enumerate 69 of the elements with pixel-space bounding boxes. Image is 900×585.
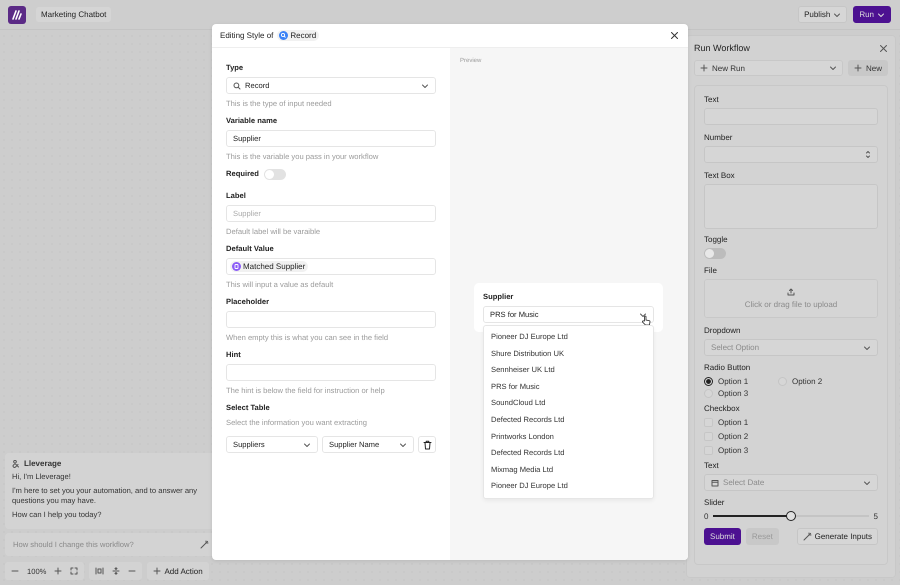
slider-max: 5 (874, 512, 878, 520)
caret-icon (833, 10, 842, 18)
caret-icon (863, 344, 871, 352)
panel-title: Run Workflow (694, 43, 750, 53)
new-run-button[interactable]: New (848, 60, 888, 76)
field-label: Text (704, 460, 720, 472)
variable-icon (232, 262, 241, 271)
text-input[interactable] (226, 364, 436, 381)
submit-button[interactable]: Submit (704, 528, 741, 545)
field-label: Slider (704, 497, 726, 509)
fit-screen-icon[interactable] (70, 567, 78, 575)
magic-wand-icon[interactable] (200, 540, 209, 549)
toggle-switch[interactable] (264, 168, 286, 180)
chip-label: Record (290, 31, 316, 40)
number-input[interactable] (704, 146, 878, 163)
option-label: Option 2 (718, 432, 748, 440)
slider-thumb[interactable] (786, 511, 796, 521)
add-action-button[interactable]: Add Action (147, 562, 209, 580)
option-label: Option 1 (718, 418, 748, 426)
publish-button[interactable]: Publish (798, 6, 848, 23)
chat-title: Lleverage (24, 459, 62, 468)
option-label: Option 2 (792, 376, 822, 386)
caret-icon (399, 440, 407, 448)
close-icon[interactable] (670, 31, 679, 40)
option-label: Option 3 (718, 446, 748, 454)
split-vertical-icon[interactable] (112, 567, 120, 575)
dialog-title: Editing Style of (220, 31, 274, 40)
generate-inputs-button[interactable]: Generate Inputs (796, 528, 878, 545)
upload-hint: Click or drag file to upload (744, 300, 838, 309)
chip-label: Matched Supplier (243, 262, 306, 271)
field-label: Radio Button (704, 362, 752, 374)
slider-min: 0 (704, 512, 708, 520)
logo-icon (8, 6, 26, 24)
run-button[interactable]: Run (853, 6, 891, 23)
field-label: Text Box (704, 170, 736, 182)
trash-icon (422, 440, 432, 450)
field-label: Text (704, 94, 720, 106)
delete-button[interactable] (418, 436, 436, 453)
search-icon (233, 82, 241, 90)
field-label: Toggle (704, 234, 729, 246)
text-input[interactable] (226, 311, 436, 328)
upload-icon (787, 288, 795, 296)
plus-icon (854, 64, 862, 72)
plus-icon (153, 567, 162, 575)
field-label: Dropdown (704, 325, 742, 337)
caret-icon (863, 478, 871, 486)
toggle-switch[interactable] (704, 248, 726, 259)
align-center-icon[interactable] (95, 567, 104, 575)
project-name[interactable]: Marketing Chatbot (36, 7, 112, 22)
zoom-in-icon[interactable] (54, 567, 62, 575)
default-value-field[interactable]: Matched Supplier (226, 258, 436, 275)
run-select[interactable]: New Run (694, 60, 843, 76)
caret-icon (877, 10, 885, 18)
field-label: File (704, 265, 718, 277)
caret-icon (303, 440, 311, 448)
calendar-icon (711, 478, 719, 486)
caret-icon (421, 82, 429, 90)
field-label: Number (704, 132, 734, 144)
field-label: Checkbox (704, 403, 741, 415)
option-label: Option 3 (718, 388, 748, 398)
ampersand-icon (12, 460, 20, 468)
plus-icon (700, 64, 708, 72)
magic-wand-icon (802, 532, 812, 541)
caret-icon (828, 64, 837, 72)
option-label: Option 1 (718, 376, 748, 386)
search-badge-icon (279, 31, 288, 40)
stepper-icon[interactable] (865, 150, 871, 159)
caret-icon (639, 310, 647, 318)
radio-button[interactable] (704, 376, 713, 386)
